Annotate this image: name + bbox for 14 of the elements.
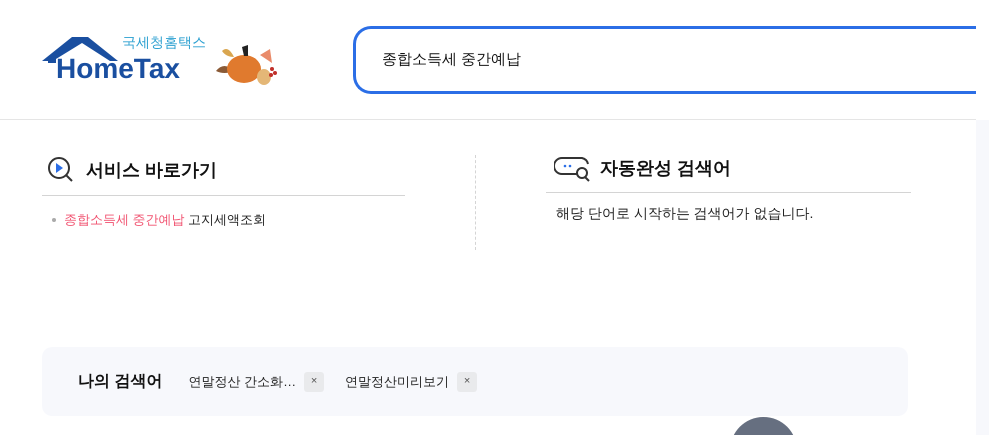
remove-button[interactable]: × — [457, 372, 478, 392]
search-term-link[interactable]: 연말정산미리보기 — [345, 372, 450, 392]
logo-subtitle: 국세청홈택스 — [122, 34, 206, 48]
chat-search-icon — [554, 156, 592, 182]
search-term-link[interactable]: 연말정산 간소화… — [188, 372, 296, 392]
bullet-icon — [52, 218, 56, 222]
section-title: 자동완성 검색어 — [600, 157, 732, 180]
logo-title: HomeTax — [56, 54, 180, 82]
search-field[interactable]: 종합소득세 중간예납 — [353, 26, 976, 94]
my-searches-title: 나의 검색어 — [78, 372, 162, 392]
section-title: 서비스 바로가기 — [86, 158, 218, 182]
remove-button[interactable]: × — [304, 372, 324, 392]
service-link[interactable]: 종합소득세 중간예납 고지세액조회 — [64, 210, 266, 230]
empty-message: 해당 단어로 시작하는 검색어가 없습니다. — [555, 204, 814, 223]
